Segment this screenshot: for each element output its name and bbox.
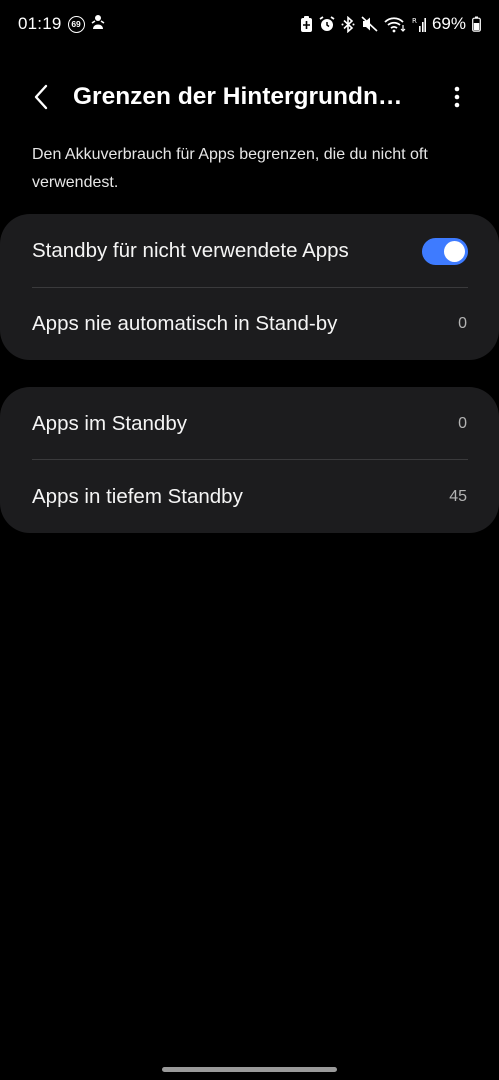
back-chevron-icon	[33, 84, 49, 115]
signal-icon: R	[412, 16, 426, 33]
standby-unused-apps-label: Standby für nicht verwendete Apps	[32, 239, 349, 262]
page-title: Grenzen der Hintergrundn…	[73, 83, 403, 110]
standby-unused-apps-row[interactable]: Standby für nicht verwendete Apps	[0, 215, 499, 287]
never-auto-standby-label: Apps nie automatisch in Stand-by	[32, 312, 338, 335]
page-description: Den Akkuverbrauch für Apps begrenzen, di…	[32, 146, 428, 191]
back-button[interactable]	[24, 82, 58, 116]
settings-card-standby-lists: Apps im Standby 0 Apps in tiefem Standby…	[0, 387, 499, 533]
more-vertical-icon	[454, 86, 460, 113]
toggle-knob	[444, 241, 465, 262]
never-auto-standby-count: 0	[458, 315, 467, 332]
apps-deep-standby-row[interactable]: Apps in tiefem Standby 45	[0, 461, 499, 533]
battery-percent: 69%	[431, 14, 466, 33]
apps-in-standby-row[interactable]: Apps im Standby 0	[0, 388, 499, 460]
status-bar-left: 01:19 69	[18, 12, 105, 36]
mute-icon	[361, 16, 378, 32]
apps-deep-standby-label: Apps in tiefem Standby	[32, 485, 243, 508]
status-bar: 01:19 69 R 69%	[0, 0, 499, 48]
more-options-button[interactable]	[443, 82, 471, 116]
status-bar-right: R 69%	[300, 12, 481, 36]
settings-card-standby: Standby für nicht verwendete Apps Apps n…	[0, 214, 499, 360]
apps-deep-standby-count: 45	[449, 488, 467, 505]
figure-icon	[91, 14, 105, 35]
wifi-icon	[384, 16, 406, 33]
svg-text:R: R	[412, 17, 417, 25]
bluetooth-icon	[341, 15, 355, 33]
home-indicator[interactable]	[162, 1067, 337, 1072]
status-time: 01:19	[18, 14, 62, 33]
battery-icon	[472, 16, 481, 32]
apps-in-standby-count: 0	[458, 415, 467, 432]
apps-in-standby-label: Apps im Standby	[32, 412, 187, 435]
battery-saver-icon	[300, 15, 313, 33]
standby-unused-apps-toggle[interactable]	[422, 238, 468, 265]
divider	[32, 459, 468, 460]
never-auto-standby-row[interactable]: Apps nie automatisch in Stand-by 0	[0, 288, 499, 360]
alarm-icon	[319, 16, 335, 32]
notification-badge-icon: 69	[67, 15, 85, 33]
app-bar: Grenzen der Hintergrundn…	[0, 70, 499, 126]
